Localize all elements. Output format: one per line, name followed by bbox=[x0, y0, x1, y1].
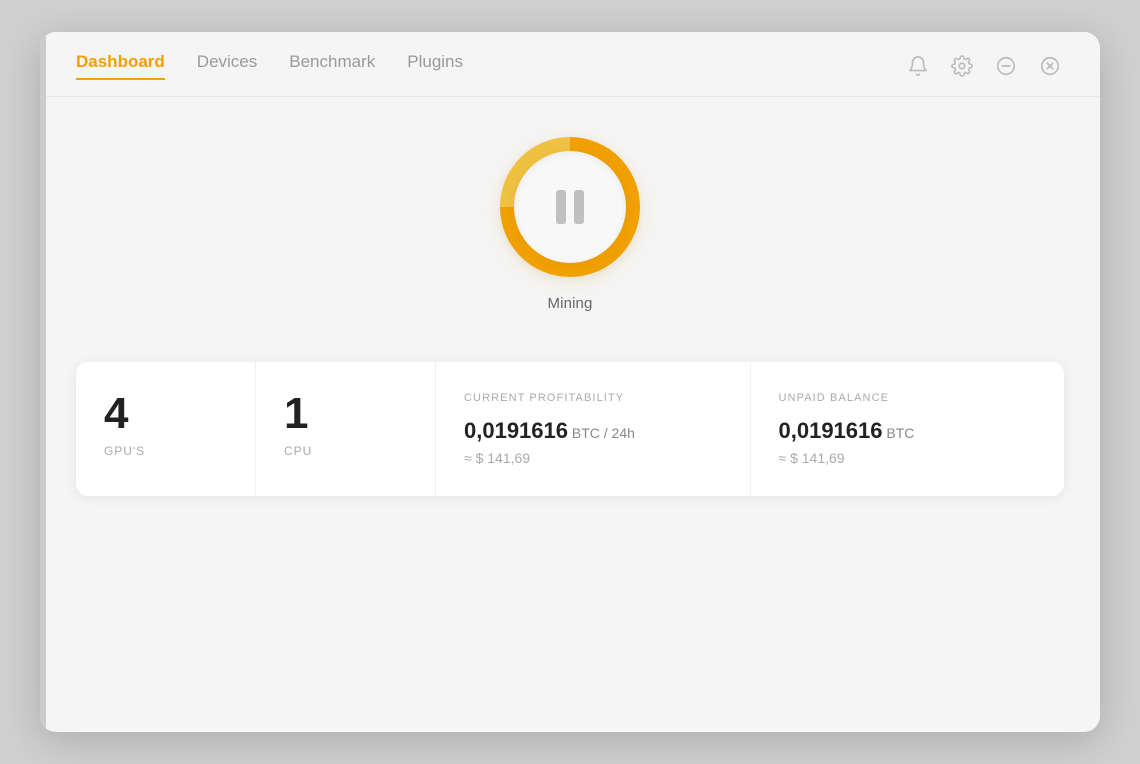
profitability-usd: ≈ $ 141,69 bbox=[464, 450, 530, 466]
profitability-value: 0,0191616 BTC / 24h bbox=[464, 418, 635, 444]
stats-row: 4 GPU'S 1 CPU CURRENT PROFITABILITY 0,01… bbox=[76, 362, 1064, 496]
profitability-card: CURRENT PROFITABILITY 0,0191616 BTC / 24… bbox=[436, 362, 751, 496]
mining-btn-inner bbox=[514, 151, 626, 263]
balance-usd: ≈ $ 141,69 bbox=[779, 450, 845, 466]
gpu-stat-card: 4 GPU'S bbox=[76, 362, 256, 496]
cpu-stat-card: 1 CPU bbox=[256, 362, 436, 496]
profitability-header: CURRENT PROFITABILITY bbox=[464, 392, 624, 404]
pause-icon bbox=[556, 190, 584, 224]
nav-devices[interactable]: Devices bbox=[197, 52, 257, 80]
header: Dashboard Devices Benchmark Plugins bbox=[40, 32, 1100, 80]
mining-label: Mining bbox=[547, 295, 592, 312]
balance-card: UNPAID BALANCE 0,0191616 BTC ≈ $ 141,69 bbox=[751, 362, 1065, 496]
header-icons bbox=[904, 52, 1064, 80]
gpu-label: GPU'S bbox=[104, 444, 145, 458]
cpu-label: CPU bbox=[284, 444, 312, 458]
nav-plugins[interactable]: Plugins bbox=[407, 52, 463, 80]
mining-toggle-button[interactable] bbox=[500, 137, 640, 277]
gpu-count: 4 bbox=[104, 392, 128, 436]
main-nav: Dashboard Devices Benchmark Plugins bbox=[76, 52, 463, 80]
nav-benchmark[interactable]: Benchmark bbox=[289, 52, 375, 80]
balance-btc: 0,0191616 bbox=[779, 418, 883, 443]
settings-icon[interactable] bbox=[948, 52, 976, 80]
pause-bar-left bbox=[556, 190, 566, 224]
close-icon[interactable] bbox=[1036, 52, 1064, 80]
profitability-unit: BTC / 24h bbox=[568, 425, 635, 441]
bell-icon[interactable] bbox=[904, 52, 932, 80]
balance-unit: BTC bbox=[883, 425, 915, 441]
balance-value: 0,0191616 BTC bbox=[779, 418, 915, 444]
profitability-btc: 0,0191616 bbox=[464, 418, 568, 443]
mining-button-container: Mining bbox=[500, 137, 640, 312]
balance-header: UNPAID BALANCE bbox=[779, 392, 890, 404]
main-content: Mining 4 GPU'S 1 CPU CURRENT PROFITABILI… bbox=[40, 97, 1100, 732]
pause-bar-right bbox=[574, 190, 584, 224]
nav-dashboard[interactable]: Dashboard bbox=[76, 52, 165, 80]
cpu-count: 1 bbox=[284, 392, 308, 436]
minimize-icon[interactable] bbox=[992, 52, 1020, 80]
app-window: Dashboard Devices Benchmark Plugins bbox=[40, 32, 1100, 732]
